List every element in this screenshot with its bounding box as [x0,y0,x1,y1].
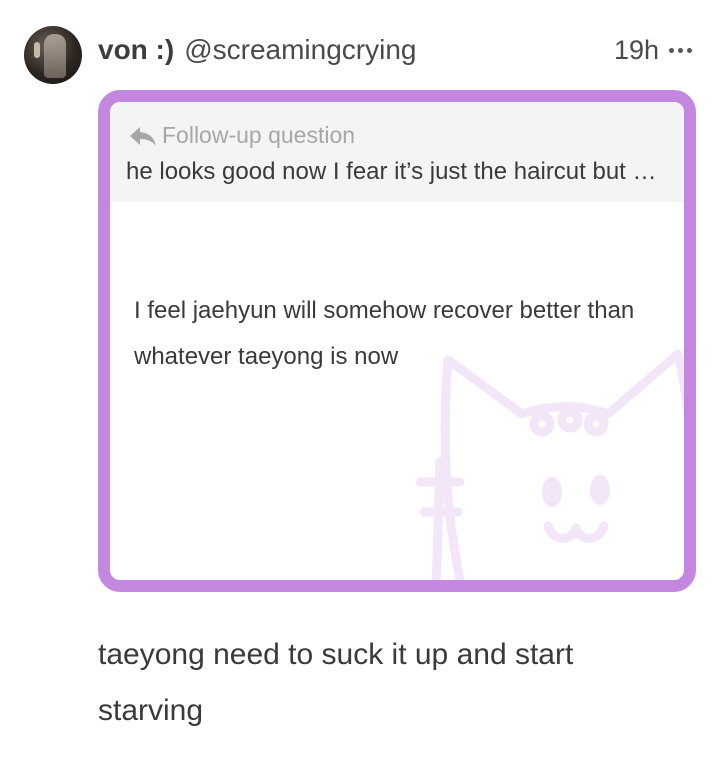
post-time: 19h [613,34,659,65]
more-dot [687,47,692,53]
answer-text: I feel jaehyun will somehow recover bett… [134,297,635,370]
display-name[interactable]: von :) [98,34,174,66]
avatar-hand [34,42,40,58]
reply-arrow-icon [130,126,156,146]
avatar[interactable] [24,26,82,84]
question-card[interactable]: Follow-up question he looks good now I f… [98,90,696,592]
more-dot [678,47,683,53]
user-handle[interactable]: @screamingcrying [184,34,416,66]
followup-section[interactable]: Follow-up question he looks good now I f… [110,102,684,202]
more-horizontal-icon[interactable] [669,47,692,53]
followup-label: Follow-up question [128,122,355,149]
followup-label-text: Follow-up question [162,122,356,148]
avatar-figure [44,34,66,78]
followup-text: he looks good now I fear it’s just the h… [126,158,666,185]
more-dot [669,47,674,53]
post-caption: taeyong need to suck it up and start sta… [98,638,574,727]
post-header: von :) @screamingcrying 19h [98,30,692,70]
